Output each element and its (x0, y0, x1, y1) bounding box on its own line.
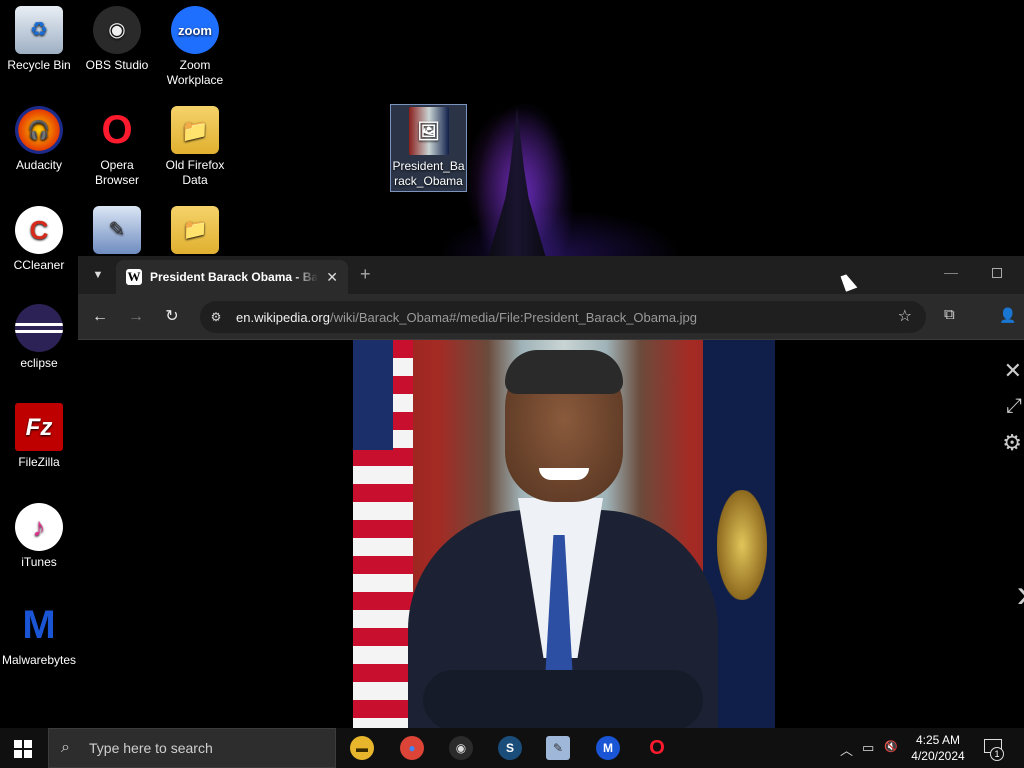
malwarebytes-icon: M (15, 601, 63, 649)
viewer-next-icon[interactable]: › (1017, 572, 1024, 617)
obs-icon: ◉ (455, 741, 467, 755)
start-button[interactable] (14, 740, 32, 758)
desktop-icon-label: Zoom Workplace (166, 58, 224, 87)
desktop-icon-recycle-bin[interactable]: ♻ Recycle Bin (0, 6, 78, 73)
desktop-icon-label: iTunes (21, 555, 57, 569)
crossed-arms (423, 670, 703, 728)
tab-title: President Barack Obama - Barack Obama - … (150, 270, 319, 284)
paint-icon: ✎ (93, 206, 141, 254)
profile-icon[interactable]: 👤 (998, 305, 1018, 325)
address-bar[interactable]: ⚙ en.wikipedia.org/wiki/Barack_Obama#/me… (200, 301, 926, 333)
search-icon: ⌕ (61, 739, 70, 756)
taskbar-file-explorer[interactable]: ▬ (350, 736, 374, 760)
clock-date: 4/20/2024 (911, 749, 965, 763)
desktop-icon-opera[interactable]: O Opera Browser (78, 106, 156, 188)
us-flag (353, 340, 413, 728)
site-info-icon[interactable]: ⚙ (204, 305, 228, 329)
hair (505, 350, 623, 394)
recycle-bin-icon: ♻ (15, 6, 63, 54)
smile (539, 468, 589, 480)
desktop-icon-eclipse[interactable]: ◐ eclipse (0, 304, 78, 371)
folder-icon: 📁 (171, 206, 219, 254)
tab-close-icon[interactable]: ✕ (326, 269, 338, 286)
media-viewer: ✕ ⤢ ⚙ › (78, 340, 1024, 728)
search-placeholder: Type here to search (89, 740, 213, 756)
reload-button[interactable]: ↻ (160, 305, 184, 329)
desktop-icon-itunes[interactable]: ♪ iTunes (0, 503, 78, 570)
tab-wikipedia[interactable]: W President Barack Obama - Barack Obama … (116, 260, 348, 294)
wikipedia-favicon-icon: W (126, 269, 142, 285)
taskbar: ⌕ Type here to search ▬ ● ◉ S ✎ M O ︿ ▭ … (0, 728, 1024, 768)
network-icon[interactable]: ▭ (862, 740, 874, 756)
taskbar-malwarebytes[interactable]: M (596, 736, 620, 760)
viewer-close-icon[interactable]: ✕ (1004, 358, 1022, 384)
address-url: en.wikipedia.org/wiki/Barack_Obama#/medi… (236, 310, 697, 325)
desktop-icon-audacity[interactable]: 🎧 Audacity (0, 106, 78, 173)
desktop-icon-ccleaner[interactable]: C CCleaner (0, 206, 78, 273)
taskbar-paint[interactable]: ✎ (546, 736, 570, 760)
image-file-icon: 🖼 (408, 107, 449, 155)
folder-icon: 📁 (171, 106, 219, 154)
desktop-icon-label: eclipse (20, 356, 58, 370)
notification-count-badge: 1 (990, 747, 1004, 761)
maximize-button[interactable] (992, 268, 1002, 278)
desktop-icon-folder[interactable]: 📁 (156, 206, 234, 258)
tab-search-chevron-icon[interactable]: ▼ (88, 266, 108, 284)
viewer-settings-icon[interactable]: ⚙ (1002, 430, 1022, 456)
taskbar-steam[interactable]: S (498, 736, 522, 760)
desktop-icon-label: Audacity (15, 158, 63, 172)
opera-icon: O (93, 106, 141, 154)
opera-icon: O (649, 737, 665, 759)
filezilla-icon: Fz (15, 403, 63, 451)
desktop-icon-obama-photo[interactable]: 🖼 President_Barack_Obama (390, 104, 467, 192)
audacity-icon: 🎧 (15, 106, 63, 154)
tray-overflow-chevron-icon[interactable]: ︿ (840, 740, 853, 759)
taskbar-obs[interactable]: ◉ (449, 736, 473, 760)
obama-portrait-image (353, 340, 775, 728)
desktop-icon-label: OBS Studio (85, 58, 149, 72)
minimize-button[interactable]: — (944, 264, 958, 280)
bookmark-star-icon[interactable]: ☆ (898, 306, 912, 326)
desktop-icon-old-firefox-data[interactable]: 📁 Old Firefox Data (156, 106, 234, 188)
viewer-expand-icon[interactable]: ⤢ (1006, 395, 1022, 418)
paint-icon: ✎ (552, 741, 564, 755)
url-host: en.wikipedia.org (236, 309, 330, 325)
chrome-icon: ● (408, 741, 416, 755)
taskbar-opera[interactable]: O (645, 736, 669, 760)
itunes-icon: ♪ (15, 503, 63, 551)
desktop-icon-obs-studio[interactable]: ◉ OBS Studio (78, 6, 156, 73)
url-path: /wiki/Barack_Obama#/media/File:President… (329, 309, 698, 325)
forward-button[interactable]: → (124, 305, 148, 329)
desktop-icon-label: Malwarebytes (1, 653, 77, 667)
desktop-icon-paint-shortcut[interactable]: ✎ (78, 206, 156, 258)
clock-time: 4:25 AM (915, 733, 961, 747)
back-button[interactable]: ← (88, 305, 112, 329)
new-tab-button[interactable]: + (360, 264, 371, 285)
desktop-icon-zoom[interactable]: zoom Zoom Workplace (156, 6, 234, 88)
desktop-icon-label: CCleaner (13, 258, 65, 272)
eclipse-icon: ◐ (15, 304, 63, 352)
malwarebytes-icon: M (603, 741, 613, 755)
taskbar-clock[interactable]: 4:25 AM 4/20/2024 (900, 732, 976, 764)
desktop-icon-label: FileZilla (18, 455, 60, 469)
taskbar-chrome[interactable]: ● (400, 736, 424, 760)
extensions-icon[interactable]: ⧉ (944, 306, 955, 323)
steam-icon: S (505, 741, 514, 755)
ccleaner-icon: C (15, 206, 63, 254)
desktop-icon-filezilla[interactable]: Fz FileZilla (0, 403, 78, 470)
file-explorer-icon: ▬ (356, 741, 368, 755)
browser-window: ▼ W President Barack Obama - Barack Obam… (78, 256, 1024, 728)
volume-muted-icon[interactable]: 🔇 (884, 740, 898, 753)
windows-logo-icon (14, 740, 22, 748)
zoom-icon: zoom (171, 6, 219, 54)
desktop-icon-malwarebytes[interactable]: M Malwarebytes (0, 601, 78, 668)
obs-icon: ◉ (93, 6, 141, 54)
desktop-icon-label: Opera Browser (94, 158, 139, 187)
browser-toolbar: ← → ↻ ⚙ en.wikipedia.org/wiki/Barack_Oba… (78, 294, 1024, 340)
tab-bar: ▼ W President Barack Obama - Barack Obam… (78, 256, 1024, 294)
desktop-icon-label: Recycle Bin (7, 58, 71, 72)
desktop-icon-label: President_Barack_Obama (392, 159, 465, 188)
taskbar-search[interactable]: ⌕ Type here to search (48, 728, 336, 768)
desktop-icon-label: Old Firefox Data (165, 158, 225, 187)
